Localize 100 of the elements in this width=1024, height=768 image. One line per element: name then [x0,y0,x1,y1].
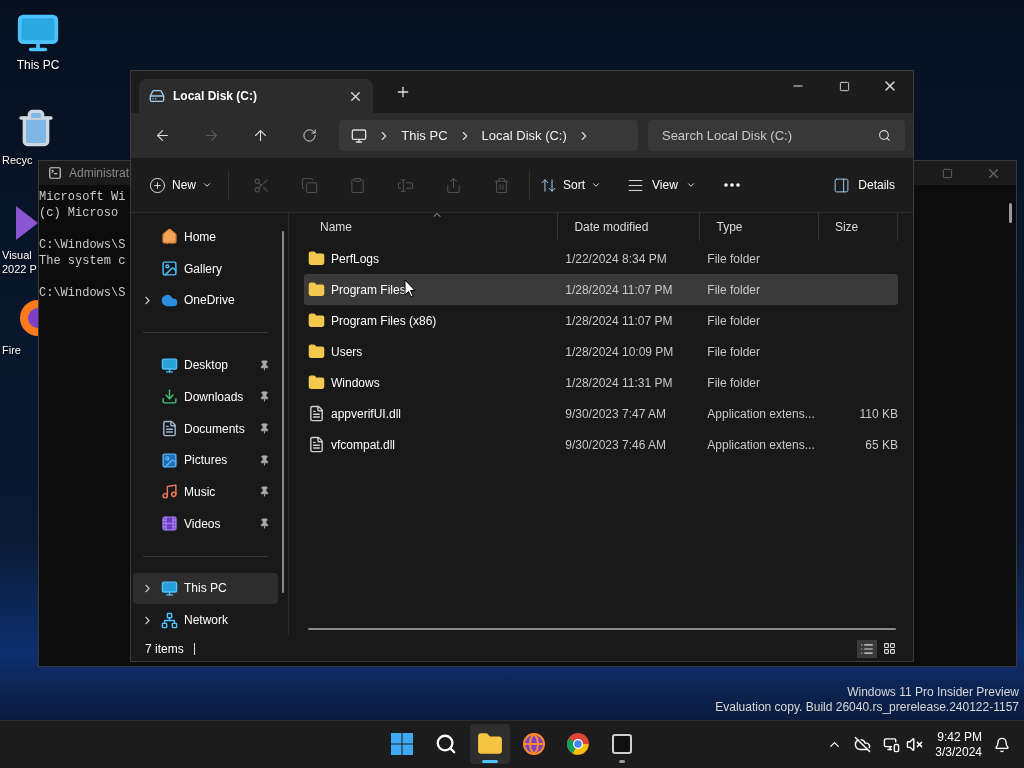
console-line: The system c [39,253,127,269]
computer-icon [161,579,178,597]
build-info-text: Windows 11 Pro Insider Preview [847,685,1019,700]
music-icon [161,483,178,501]
maximize-icon [941,167,953,179]
pin-icon [259,518,270,530]
sort-arrows-icon [540,176,557,194]
gallery-icon [161,260,178,278]
breadcrumb[interactable]: This PC [401,125,448,146]
console-line: C:\Windows\S [39,237,127,253]
pin-icon [259,423,270,434]
search-icon [877,129,891,142]
delete-icon [492,176,510,194]
caret-icon [591,180,602,190]
file-row[interactable]: vfcompat.dll 9/30/2023 7:46 AM Application extens... 65 KB [304,429,898,460]
column-header[interactable]: Name [304,213,559,241]
desktop-icon-label[interactable]: 2022 P [2,262,37,276]
scrollbar-thumb[interactable] [282,231,284,593]
address-bar[interactable]: This PC Local Disk (C:) [339,120,638,151]
file-row[interactable]: Program Files 1/28/2024 11:07 PM File folder [304,274,898,305]
scrollbar-thumb[interactable] [1009,203,1012,223]
rename-icon [396,176,414,194]
desktop-icon-label[interactable]: Recyc [2,153,33,167]
notification-bell-icon[interactable] [994,736,1010,753]
network-icon[interactable] [883,736,901,753]
console-line: (c) Microso [39,205,120,221]
volume-muted-icon[interactable] [906,736,924,753]
sidebar-item[interactable]: Music [133,476,278,508]
column-header[interactable]: Type [700,213,819,241]
sidebar-item[interactable]: This PC [133,572,278,605]
folder-icon [308,343,325,360]
plus-icon [395,84,411,100]
more-icon [723,183,740,187]
sidebar-item[interactable]: Videos [133,507,278,540]
sidebar-item[interactable]: OneDrive [133,284,278,317]
details-button[interactable]: Details [825,169,903,201]
tab[interactable]: Local Disk (C:) [139,79,373,113]
desktop-icon-label[interactable]: Visual [2,248,32,262]
file-row[interactable]: Program Files (x86) 1/28/2024 11:07 PM File folder [304,305,898,336]
picture-icon [161,451,178,469]
running-indicator [619,760,625,763]
folder-icon [308,374,325,391]
search-field[interactable]: Search Local Disk (C:) [647,120,905,151]
cut-icon [252,176,270,194]
mouse-pointer-icon [404,279,416,298]
new-button[interactable]: New [141,169,220,201]
running-indicator [482,760,498,763]
sidebar-item[interactable]: Downloads [133,380,278,413]
sidebar-item[interactable]: Desktop [133,349,278,381]
sidebar-item[interactable]: Gallery [133,252,278,285]
browser-icon [566,732,590,756]
file-icon [308,405,325,422]
view-button[interactable]: View [621,169,702,201]
file-row[interactable]: appverifUI.dll 9/30/2023 7:47 AM Application extens... 110 KB [304,398,898,429]
column-header[interactable]: Size [818,213,898,241]
list-icon [860,641,874,656]
build-info-text: Evaluation copy. Build 26040.rs_prerelease.240122-1157 [715,700,1019,715]
download-icon [161,388,178,406]
cloud-off-icon[interactable] [854,736,872,753]
terminal-icon [610,732,634,756]
grid-icon [882,642,896,655]
desktop-icon [161,356,178,374]
desktop-icon-label[interactable]: Fire [2,343,21,357]
clock[interactable]: 9:42 PM 3/3/2024 [935,729,982,760]
console-icon [47,166,63,180]
details-pane-icon [833,176,851,194]
file-row[interactable]: Windows 1/28/2024 11:31 PM File folder [304,367,898,398]
details-view-button[interactable] [857,639,877,658]
console-line: Microsoft Wi [39,189,127,205]
windows-logo-icon [390,732,414,756]
file-row[interactable]: PerfLogs 1/22/2024 8:34 PM File folder [304,243,898,274]
desktop-icon-label[interactable]: This PC [16,58,60,72]
maximize-icon [838,80,850,92]
sort-button[interactable]: Sort [534,169,608,201]
folder-icon [308,250,325,267]
column-header[interactable]: Date modified [558,213,701,241]
pin-icon [259,359,270,371]
taskbar-app-button[interactable] [470,724,510,764]
pin-icon [259,454,270,466]
console-line: C:\Windows\S [39,285,127,301]
scrollbar-thumb[interactable] [308,628,896,630]
file-row[interactable]: Users 1/28/2024 10:09 PM File folder [304,336,898,367]
caret-icon [685,180,696,190]
tab-title: Local Disk (C:) [173,88,257,105]
document-icon [161,420,178,437]
paste-icon [348,176,366,194]
pin-icon [259,486,270,498]
sidebar-item[interactable]: Documents [133,412,278,445]
drive-icon [149,88,165,104]
caret-icon [202,180,212,190]
home-icon [161,228,178,246]
sidebar-item[interactable]: Pictures [133,444,278,477]
sidebar-item[interactable]: Home [133,221,278,253]
breadcrumb[interactable]: Local Disk (C:) [481,125,567,146]
copy-icon [300,176,318,194]
search-icon [435,733,457,755]
computer-icon [351,127,368,144]
video-icon [161,515,178,533]
browser-icon [522,732,546,756]
sidebar-item[interactable]: Network [133,604,278,637]
